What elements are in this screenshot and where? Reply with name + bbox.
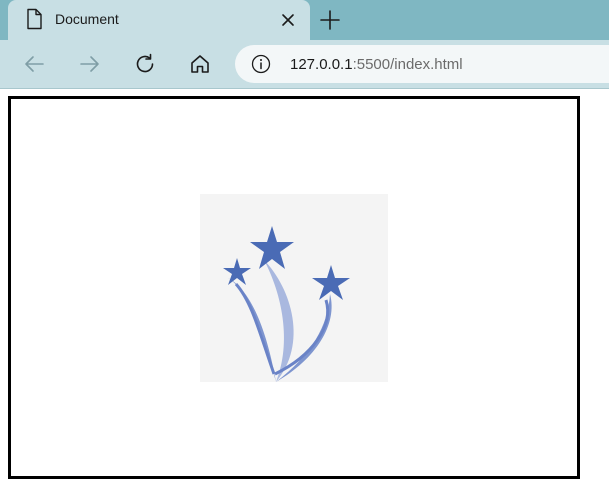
- tab-strip: Document: [0, 0, 609, 40]
- close-icon[interactable]: [278, 10, 298, 30]
- home-icon[interactable]: [188, 52, 212, 76]
- address-bar[interactable]: 127.0.0.1:5500/index.html: [235, 45, 609, 83]
- browser-toolbar: 127.0.0.1:5500/index.html: [0, 40, 609, 89]
- bordered-box: [8, 96, 580, 479]
- tab-document[interactable]: Document: [8, 0, 310, 40]
- info-icon[interactable]: [251, 54, 271, 74]
- reload-icon[interactable]: [133, 52, 157, 76]
- url-path: :5500/index.html: [352, 56, 463, 73]
- url-host: 127.0.0.1: [290, 56, 353, 73]
- url-text[interactable]: 127.0.0.1:5500/index.html: [290, 56, 463, 73]
- tab-title: Document: [55, 11, 119, 27]
- arrow-left-icon[interactable]: [22, 52, 46, 76]
- arrow-right-icon[interactable]: [78, 52, 102, 76]
- shooting-stars-image: [200, 194, 388, 382]
- page-viewport: [0, 89, 609, 499]
- shooting-stars-icon: [223, 226, 350, 382]
- document-icon: [27, 8, 42, 30]
- plus-icon[interactable]: [318, 8, 342, 32]
